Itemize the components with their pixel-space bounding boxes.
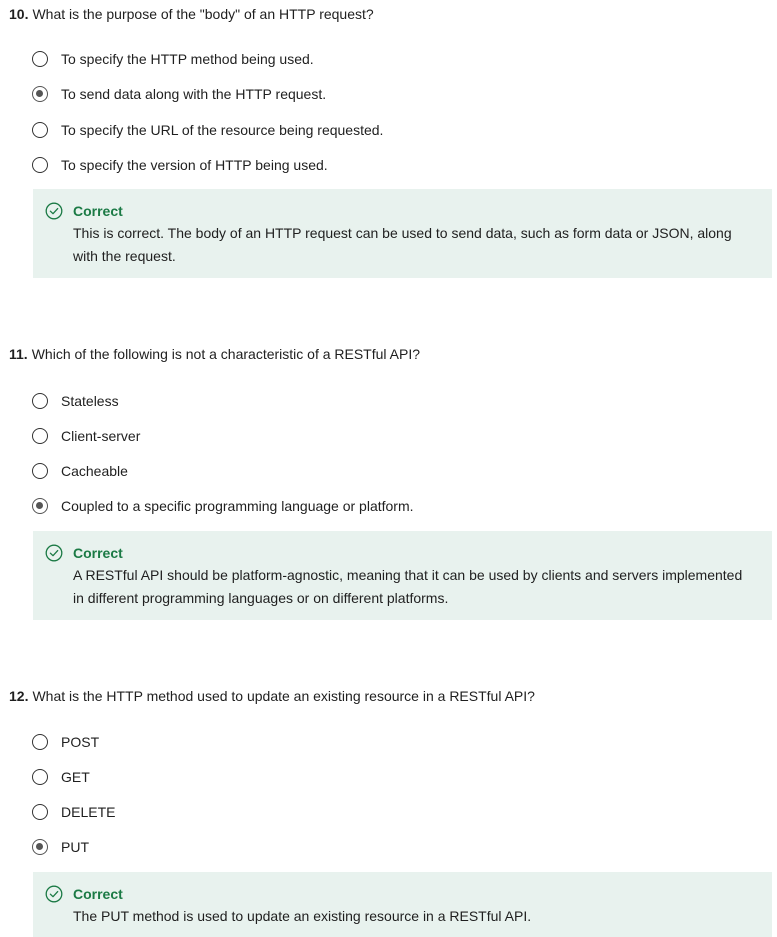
radio-button[interactable] [32, 122, 48, 138]
check-circle-icon [45, 885, 63, 903]
radio-button[interactable] [32, 734, 48, 750]
check-circle-icon [45, 544, 63, 562]
option-label: Client-server [61, 428, 141, 444]
radio-button[interactable] [32, 463, 48, 479]
answer-option[interactable]: POST [32, 731, 99, 753]
answer-option[interactable]: To specify the version of HTTP being use… [32, 154, 328, 176]
check-circle-icon [45, 202, 63, 220]
option-label: PUT [61, 839, 89, 855]
answer-option[interactable]: To specify the URL of the resource being… [32, 119, 383, 141]
option-label: GET [61, 769, 90, 785]
radio-button[interactable] [32, 769, 48, 785]
answer-option[interactable]: Client-server [32, 425, 140, 447]
question-number: 12. [9, 688, 29, 704]
feedback-text: A RESTful API should be platform-agnosti… [73, 567, 743, 606]
radio-button[interactable] [32, 428, 48, 444]
question-text: Which of the following is not a characte… [31, 346, 420, 362]
option-label: To specify the URL of the resource being… [61, 122, 384, 138]
radio-button-selected[interactable] [32, 86, 48, 102]
option-label: Cacheable [61, 463, 128, 479]
radio-button-selected[interactable] [32, 498, 48, 514]
option-label: To send data along with the HTTP request… [61, 86, 327, 102]
answer-option[interactable]: Cacheable [32, 460, 128, 482]
option-label: To specify the HTTP method being used. [61, 51, 314, 67]
feedback-box: Correct This is correct. The body of an … [33, 189, 772, 278]
radio-button[interactable] [32, 393, 48, 409]
question-number: 11. [9, 346, 28, 362]
feedback-status: Correct [73, 886, 123, 902]
feedback-text: The PUT method is used to update an exis… [73, 908, 532, 924]
radio-button[interactable] [32, 804, 48, 820]
radio-button[interactable] [32, 157, 48, 173]
answer-option[interactable]: GET [32, 766, 90, 788]
feedback-box: Correct A RESTful API should be platform… [33, 531, 772, 620]
feedback-box: Correct The PUT method is used to update… [33, 872, 772, 937]
feedback-status: Correct [73, 545, 123, 561]
answer-option[interactable]: To specify the HTTP method being used. [32, 48, 314, 70]
answer-option[interactable]: Coupled to a specific programming langua… [32, 495, 414, 517]
answer-option[interactable]: To send data along with the HTTP request… [32, 83, 326, 105]
question-text: What is the purpose of the "body" of an … [32, 6, 374, 22]
option-label: Stateless [61, 393, 119, 409]
answer-option[interactable]: Stateless [32, 390, 119, 412]
option-label: Coupled to a specific programming langua… [61, 498, 414, 514]
answer-option[interactable]: PUT [32, 836, 89, 858]
question-text: What is the HTTP method used to update a… [32, 688, 535, 704]
radio-button-selected[interactable] [32, 839, 48, 855]
answer-option[interactable]: DELETE [32, 801, 115, 823]
radio-button[interactable] [32, 51, 48, 67]
question-title: 11. Which of the following is not a chara… [9, 345, 420, 363]
question-title: 10. What is the purpose of the "body" of … [9, 5, 374, 23]
question-title: 12. What is the HTTP method used to updat… [9, 687, 535, 705]
question-number: 10. [9, 6, 29, 22]
option-label: POST [61, 734, 100, 750]
option-label: To specify the version of HTTP being use… [61, 157, 328, 173]
option-label: DELETE [61, 804, 116, 820]
feedback-status: Correct [73, 203, 123, 219]
feedback-text: This is correct. The body of an HTTP req… [73, 225, 732, 264]
